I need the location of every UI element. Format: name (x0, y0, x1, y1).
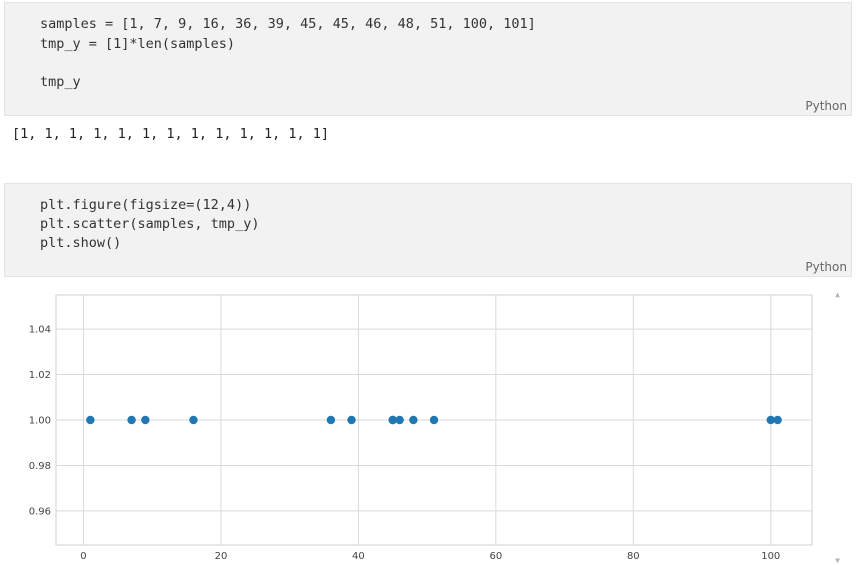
x-tick-label: 80 (627, 551, 640, 562)
scatter-point (773, 415, 782, 425)
y-tick-label: 0.96 (29, 506, 51, 517)
y-tick-label: 1.00 (29, 416, 51, 427)
scatter-point (141, 415, 150, 425)
code-line: samples = [1, 7, 9, 16, 36, 39, 45, 45, … (40, 16, 536, 32)
y-tick-label: 1.04 (29, 325, 51, 336)
scatter-point (86, 415, 95, 425)
code-line: plt.show() (40, 235, 122, 251)
code-line: plt.scatter(samples, tmp_y) (40, 216, 260, 232)
scatter-point (326, 415, 336, 425)
scatter-point (429, 415, 439, 425)
code-line: plt.figure(figsize=(12,4)) (40, 197, 252, 213)
x-tick-label: 0 (80, 551, 86, 562)
cell-language-label: Python (805, 260, 847, 274)
x-tick-label: 40 (352, 551, 365, 562)
scatter-point (127, 415, 136, 425)
scatter-point (189, 415, 198, 425)
scatter-chart: 0 20 40 60 80 100 0.96 0.98 1.00 1.02 1.04 (29, 294, 813, 562)
cell-language-label: Python (805, 99, 847, 113)
y-tick-label: 1.02 (29, 370, 51, 381)
cell-output-text: [1, 1, 1, 1, 1, 1, 1, 1, 1, 1, 1, 1, 1] (12, 126, 329, 142)
scatter-point (409, 415, 418, 425)
code-cell-2[interactable]: plt.figure(figsize=(12,4)) plt.scatter(s… (4, 183, 852, 277)
x-tick-label: 20 (215, 551, 228, 562)
y-tick-label: 0.98 (29, 461, 51, 472)
scatter-point (395, 415, 404, 425)
x-tick-label: 100 (761, 551, 780, 562)
code-cell-1[interactable]: samples = [1, 7, 9, 16, 36, 39, 45, 45, … (4, 2, 852, 116)
code-line: tmp_y (40, 74, 81, 90)
x-tick-label: 60 (489, 551, 502, 562)
code-line: tmp_y = [1]*len(samples) (40, 36, 236, 52)
scatter-point (347, 415, 356, 425)
